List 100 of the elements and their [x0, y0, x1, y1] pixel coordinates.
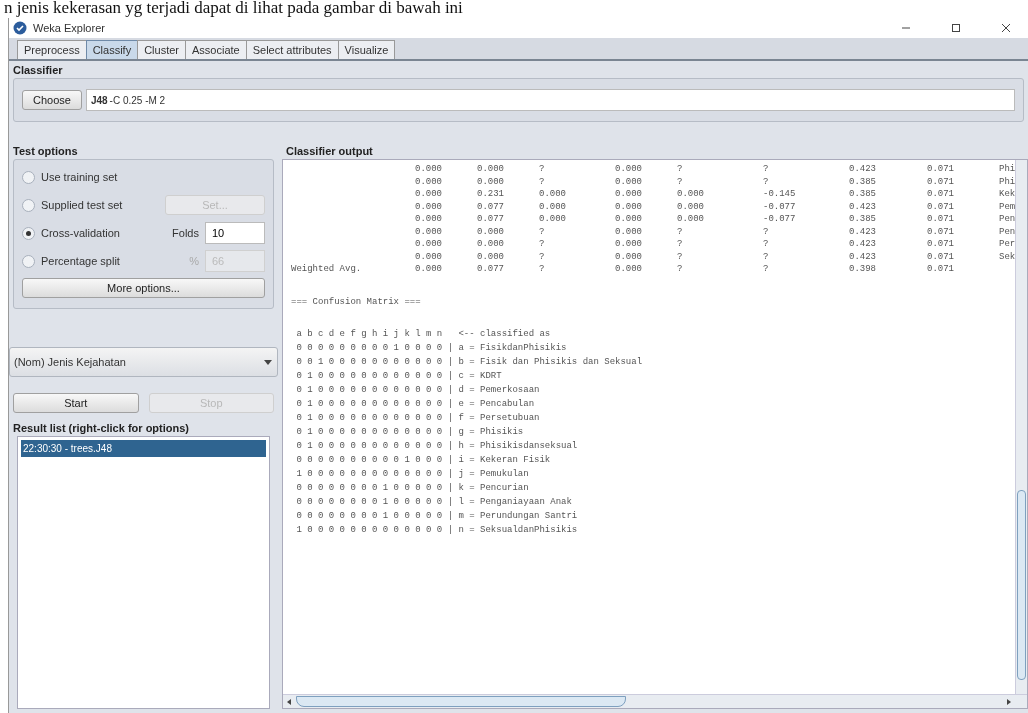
scroll-thumb[interactable] [1017, 490, 1026, 680]
tab[interactable]: Preprocess [17, 40, 87, 59]
output-value: 0.071 [927, 264, 955, 276]
output-value: 0.071 [927, 239, 955, 251]
output-value: Phi [999, 164, 1017, 176]
output-value: ? [539, 164, 546, 176]
output-value: 0.000 [415, 189, 443, 201]
output-value: ? [539, 239, 546, 251]
output-value: 0.000 [415, 201, 443, 214]
result-item[interactable]: 22:30:30 - trees.J48 [21, 440, 266, 457]
output-value: 0.423 [849, 251, 877, 264]
output-value: 0.000 [415, 264, 443, 276]
horizontal-scrollbar[interactable] [283, 694, 1027, 708]
radio-button[interactable] [22, 226, 35, 240]
close-icon [1001, 23, 1011, 33]
output-value: 0.000 [615, 239, 643, 251]
output-value: 0.000 [415, 214, 443, 226]
output-value: 0.000 [415, 164, 443, 176]
output-value: ? [539, 264, 546, 276]
maximize-icon [951, 23, 961, 33]
output-value: 0.000 [677, 214, 705, 226]
matrix-row-text: 0 0 0 0 0 0 0 0 0 0 1 0 0 0 | i = Kekeran Fisik [295, 453, 552, 467]
output-value: 0.000 [615, 201, 643, 214]
matrix-row-text: 0 1 0 0 0 0 0 0 0 0 0 0 0 0 | d = Pemerkosaan [295, 383, 541, 397]
option-label: Percentage split [41, 255, 120, 267]
caret-icon [264, 359, 272, 365]
tab[interactable]: Classify [85, 40, 139, 59]
output-value: 0.071 [927, 164, 955, 176]
choose-button[interactable]: Choose [22, 90, 82, 110]
matrix-row-text: 0 1 0 0 0 0 0 0 0 0 0 0 0 0 | g = Phisikis [295, 425, 525, 439]
output-value: 0.000 [477, 176, 505, 189]
left-arrow-icon[interactable] [285, 697, 293, 706]
output-value: 0.000 [615, 189, 643, 201]
output-value: -0.145 [763, 189, 797, 201]
matrix-row-text: 0 0 0 0 0 0 0 0 1 0 0 0 0 0 | l = Penganiayaan Anak [295, 495, 573, 509]
window-title: Weka Explorer [33, 22, 105, 34]
output-value: ? [539, 176, 546, 189]
output-value: ? [763, 264, 770, 276]
output-value: ? [763, 164, 770, 176]
output-value: ? [677, 264, 684, 276]
document-text: n jenis kekerasan yg terjadi dapat di lihat pada gambar di bawah ini [3, 0, 464, 18]
output-value: 0.000 [539, 201, 567, 214]
output-value: 0.000 [615, 176, 643, 189]
radio-button[interactable] [22, 198, 35, 212]
output-value: Pen [999, 214, 1017, 226]
output-value: 0.077 [477, 264, 505, 276]
output-value: 0.000 [677, 201, 705, 214]
output-value: 0.071 [927, 226, 955, 239]
output-value: ? [763, 239, 770, 251]
output-value: 0.000 [477, 226, 505, 239]
classifier-field[interactable]: J48 -C 0.25 -M 2 [85, 89, 1015, 111]
tab[interactable]: Cluster [137, 40, 186, 59]
output-value: 0.000 [615, 226, 643, 239]
output-value: ? [677, 226, 684, 239]
output-value: ? [763, 251, 770, 264]
output-value: 0.000 [539, 214, 567, 226]
output-value: 0.071 [927, 251, 955, 264]
output-value: 0.231 [477, 189, 505, 201]
output-value: 0.385 [849, 214, 877, 226]
matrix-row-text: 0 1 0 0 0 0 0 0 0 0 0 0 0 0 | e = Pencabulan [295, 397, 536, 411]
radio-button[interactable] [22, 254, 35, 268]
output-value: ? [677, 164, 684, 176]
output-value: 0.000 [615, 251, 643, 264]
app-logo-icon [13, 21, 27, 35]
output-value: 0.385 [849, 189, 877, 201]
matrix-row-text: 0 1 0 0 0 0 0 0 0 0 0 0 0 0 | f = Persetubuan [295, 411, 541, 425]
output-value: ? [763, 176, 770, 189]
output-value: 0.071 [927, 214, 955, 226]
output-value: 0.000 [477, 251, 505, 264]
output-value: ? [677, 176, 684, 189]
tab[interactable]: Visualize [337, 40, 396, 59]
matrix-row-text: 0 1 0 0 0 0 0 0 0 0 0 0 0 0 | h = Phisikisdanseksual [295, 439, 579, 453]
input-field[interactable]: 10 [205, 222, 265, 244]
vertical-scrollbar[interactable] [1015, 160, 1027, 694]
scroll-thumb[interactable] [296, 696, 626, 707]
output-value: 0.077 [477, 201, 505, 214]
output-value: ? [677, 251, 684, 264]
more-options-button[interactable]: More options... [22, 278, 265, 298]
right-arrow-icon[interactable] [1005, 697, 1013, 706]
output-value: 0.000 [615, 214, 643, 226]
tab[interactable]: Select attributes [245, 40, 339, 59]
output-value: 0.000 [415, 226, 443, 239]
output-value: 0.000 [615, 264, 643, 276]
output-value: 0.000 [539, 189, 567, 201]
output-value: Sek [999, 251, 1017, 264]
output-value: Phi [999, 176, 1017, 189]
matrix-row-text: 1 0 0 0 0 0 0 0 0 0 0 0 0 0 | n = SeksualdanPhisikis [295, 523, 579, 537]
field-label: % [189, 255, 199, 267]
output-value: 0.423 [849, 239, 877, 251]
output-value: 0.071 [927, 176, 955, 189]
start-button[interactable]: Start [13, 393, 139, 413]
section-heading: Result list (right-click for options) [12, 421, 190, 436]
class-dropdown[interactable]: (Nom) Jenis Kejahatan [9, 347, 278, 377]
output-value: 0.000 [615, 164, 643, 176]
output-value: ? [539, 226, 546, 239]
tab[interactable]: Associate [185, 40, 247, 59]
output-value: 0.071 [927, 189, 955, 201]
matrix-row-text: 0 0 0 0 0 0 0 0 1 0 0 0 0 0 | m = Perundungan Santri [295, 509, 579, 523]
matrix-row-text: 0 0 0 0 0 0 0 0 1 0 0 0 0 0 | k = Pencurian [295, 481, 530, 495]
radio-button[interactable] [22, 170, 35, 184]
